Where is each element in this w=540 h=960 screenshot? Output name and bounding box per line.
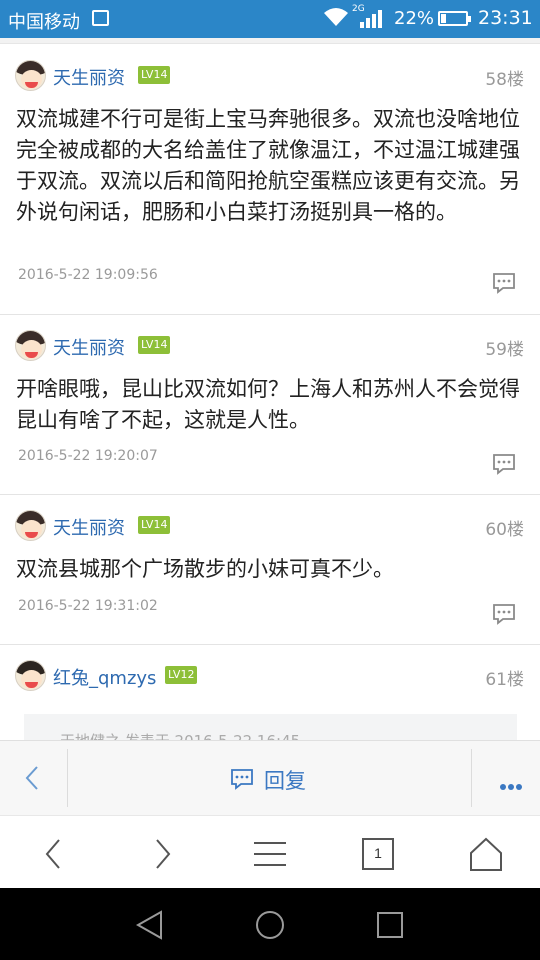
carrier-name: 中国移动 [8, 12, 80, 33]
comment-bubble-icon[interactable] [492, 453, 516, 475]
floor-number: 60楼 [485, 520, 524, 540]
comment-bubble-icon [231, 769, 253, 790]
browser-forward-icon[interactable] [142, 834, 182, 874]
username[interactable]: 天生丽资 [53, 64, 125, 90]
level-badge: LV14 [138, 336, 171, 354]
battery-percent: 22% [394, 8, 435, 29]
avatar[interactable] [15, 60, 46, 91]
quoted-reply: 天地健之 发表于 2016-5-22 16:45 [24, 714, 517, 740]
post-text: 开啥眼哦，昆山比双流如何？上海人和苏州人不会觉得昆山有啥了不起，这就是人性。 [16, 377, 520, 432]
image-notification-icon [92, 10, 109, 26]
top-divider [0, 38, 540, 44]
avatar[interactable] [15, 330, 46, 361]
post-text: 双流县城那个广场散步的小妹可真不少。 [16, 557, 394, 581]
nav-recents-icon[interactable] [373, 908, 407, 942]
avatar[interactable] [15, 660, 46, 691]
signal-icon [360, 10, 382, 28]
post-item: 天生丽资 LV14 58楼 双流城建不行可是街上宝马奔驰很多。双流也没啥地位完全… [0, 45, 540, 315]
divider [67, 749, 68, 807]
comment-bubble-icon[interactable] [492, 603, 516, 625]
username[interactable]: 天生丽资 [53, 334, 125, 360]
thread-content[interactable]: 天生丽资 LV14 58楼 双流城建不行可是街上宝马奔驰很多。双流也没啥地位完全… [0, 38, 540, 740]
post-time: 2016-5-22 19:31:02 [18, 598, 158, 614]
system-nav-bar [0, 888, 540, 960]
level-badge: LV14 [138, 66, 171, 84]
clock: 23:31 [478, 7, 533, 29]
comment-bubble-icon[interactable] [492, 272, 516, 294]
nav-back-icon[interactable] [133, 908, 167, 942]
post-time: 2016-5-22 19:09:56 [18, 267, 158, 283]
post-text: 双流城建不行可是街上宝马奔驰很多。双流也没啥地位完全被成都的大名给盖住了就像温江… [16, 107, 520, 224]
floor-number: 61楼 [485, 670, 524, 690]
floor-number: 58楼 [485, 70, 524, 90]
floor-number: 59楼 [485, 340, 524, 360]
home-icon[interactable] [466, 834, 506, 874]
reply-action-bar: 回复 [0, 740, 540, 815]
tab-count: 1 [374, 845, 382, 861]
browser-back-icon[interactable] [34, 834, 74, 874]
nav-home-icon[interactable] [253, 908, 287, 942]
battery-icon [438, 11, 471, 26]
level-badge: LV12 [165, 666, 198, 684]
post-item: 天生丽资 LV14 59楼 开啥眼哦，昆山比双流如何？上海人和苏州人不会觉得昆山… [0, 315, 540, 495]
tabs-icon[interactable]: 1 [358, 834, 398, 874]
back-button[interactable] [0, 741, 68, 816]
back-chevron-icon [25, 766, 38, 790]
level-badge: LV14 [138, 516, 171, 534]
wifi-icon [324, 8, 348, 26]
username[interactable]: 红兔_qmzys [53, 664, 156, 690]
reply-label: 回复 [264, 769, 306, 793]
avatar[interactable] [15, 510, 46, 541]
divider [471, 749, 472, 807]
username[interactable]: 天生丽资 [53, 514, 125, 540]
status-bar: 中国移动 2G 22% 23:31 [0, 0, 540, 38]
post-time: 2016-5-22 19:20:07 [18, 448, 158, 464]
more-dots-icon[interactable] [498, 775, 522, 794]
post-item: 天生丽资 LV14 60楼 双流县城那个广场散步的小妹可真不少。 2016-5-… [0, 495, 540, 645]
menu-icon[interactable] [250, 834, 290, 874]
browser-toolbar: 1 [0, 815, 540, 888]
